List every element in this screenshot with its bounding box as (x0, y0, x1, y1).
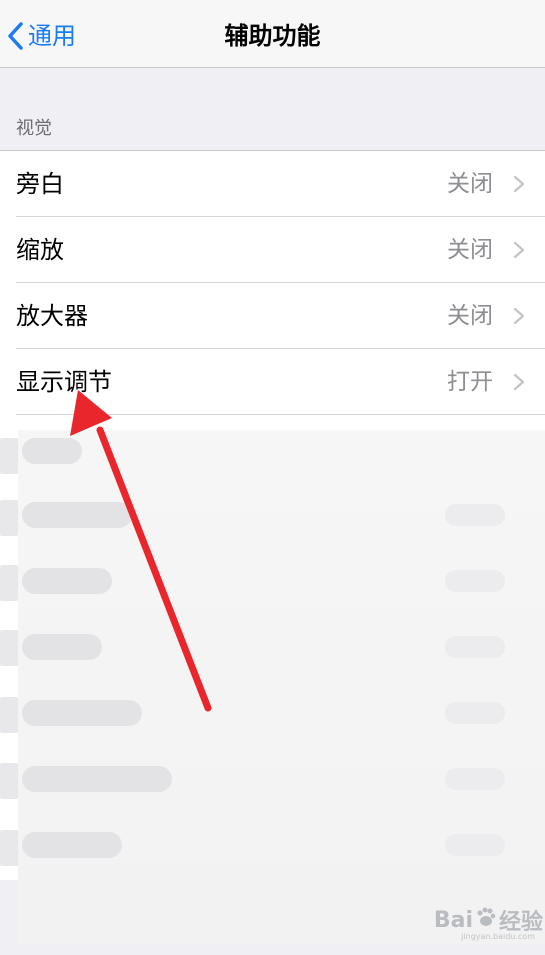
blurred-text (22, 634, 102, 660)
row-label: 缩放 (16, 236, 64, 264)
row-value: 关闭 (447, 237, 493, 263)
row-display-accommodations[interactable]: 显示调节 打开 (0, 349, 545, 415)
blurred-text (0, 697, 18, 733)
blurred-value (445, 834, 505, 856)
chevron-right-icon (513, 307, 525, 325)
blurred-text (0, 763, 18, 799)
row-magnifier[interactable]: 放大器 关闭 (0, 283, 545, 349)
blurred-region (18, 430, 545, 945)
blurred-value (445, 768, 505, 790)
blurred-text (0, 630, 18, 666)
blurred-text (0, 830, 18, 866)
row-label: 放大器 (16, 302, 88, 330)
blurred-value (445, 636, 505, 658)
blurred-text (22, 700, 142, 726)
row-value: 关闭 (447, 303, 493, 329)
blurred-text (22, 502, 132, 528)
blurred-text (22, 568, 112, 594)
divider (16, 414, 545, 415)
row-label: 旁白 (16, 170, 64, 198)
row-voiceover[interactable]: 旁白 关闭 (0, 151, 545, 217)
blurred-value (445, 570, 505, 592)
row-value: 关闭 (447, 171, 493, 197)
blurred-text (22, 438, 82, 464)
blurred-value (445, 702, 505, 724)
watermark-brand: Bai (433, 907, 473, 933)
watermark-url: jingyan.baidu.com (461, 932, 535, 941)
row-value: 打开 (447, 369, 493, 395)
row-label: 显示调节 (16, 368, 112, 396)
blurred-text (0, 438, 18, 474)
blurred-text (0, 500, 18, 536)
row-zoom[interactable]: 缩放 关闭 (0, 217, 545, 283)
blurred-text (22, 832, 122, 858)
navigation-bar: 通用 辅助功能 (0, 0, 545, 68)
section-header-vision: 视觉 (16, 118, 52, 139)
blurred-value (445, 504, 505, 526)
paw-icon (475, 906, 497, 934)
page-title: 辅助功能 (224, 22, 321, 50)
chevron-right-icon (513, 373, 525, 391)
baidu-watermark: Bai 经验 jingyan.baidu.com (418, 898, 543, 942)
blurred-text (22, 766, 172, 792)
chevron-right-icon (513, 175, 525, 193)
chevron-right-icon (513, 241, 525, 259)
blurred-text (0, 565, 18, 601)
